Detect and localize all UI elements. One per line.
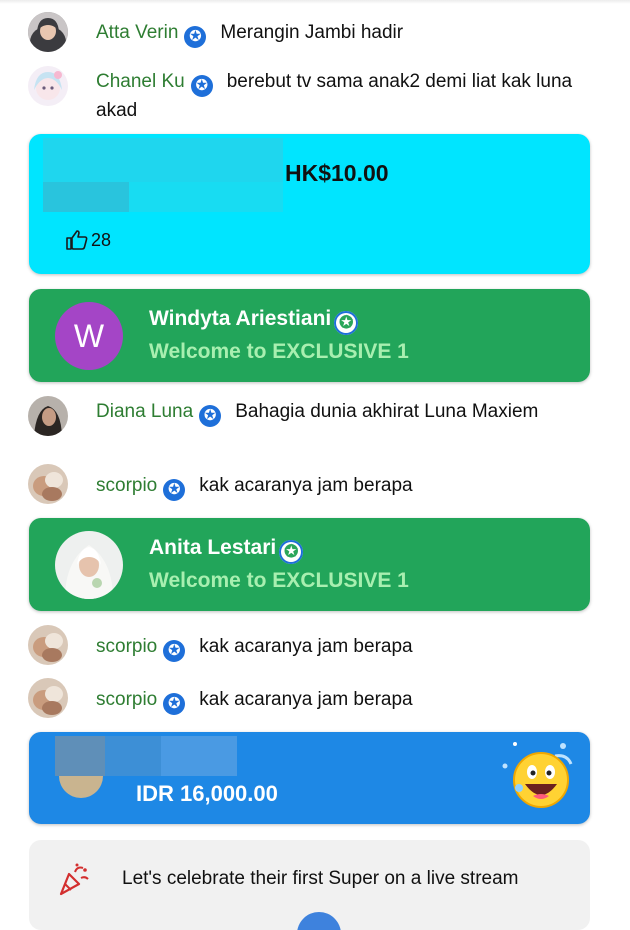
super-chat-amount: HK$10.00: [285, 160, 389, 186]
membership-card[interactable]: W Windyta Ariestiani ✪ Welcome to EXCLUSI…: [29, 289, 590, 382]
avatar[interactable]: [55, 531, 123, 599]
verified-badge-icon: ✪: [199, 405, 222, 427]
author-name[interactable]: Chanel Ku: [96, 71, 185, 92]
blurred-sender-detail: [129, 182, 283, 212]
message-text: kak acaranya jam berapa: [199, 689, 413, 710]
avatar[interactable]: [28, 396, 68, 436]
thumbs-up-icon: [66, 230, 88, 250]
author-name[interactable]: scorpio: [96, 689, 157, 710]
top-divider: [0, 0, 630, 4]
verified-badge-icon: ✪: [184, 26, 207, 48]
verified-badge-icon: ✪: [163, 693, 186, 715]
member-name[interactable]: Windyta Ariestiani: [149, 307, 331, 330]
blurred-sender-detail: [161, 736, 237, 776]
like-count: 28: [91, 229, 112, 250]
chat-message: Diana Luna ✪ Bahagia dunia akhirat Luna Ma…: [0, 396, 630, 454]
author-name[interactable]: Diana Luna: [96, 401, 193, 422]
blurred-sender: [55, 736, 105, 776]
blurred-sender-detail: [105, 736, 161, 776]
avatar[interactable]: [28, 66, 68, 106]
author-name[interactable]: Atta Verin: [96, 22, 178, 43]
verified-badge-icon: ✪: [190, 75, 213, 97]
celebrate-banner: Let's celebrate their first Super on a l…: [29, 840, 590, 930]
avatar[interactable]: [28, 678, 68, 718]
message-text: kak acaranya jam berapa: [199, 636, 413, 657]
avatar[interactable]: W: [55, 302, 123, 370]
blurred-sender: [43, 138, 283, 182]
like-button[interactable]: 28: [59, 226, 117, 254]
celebrate-text: Let's celebrate their first Super on a l…: [122, 868, 519, 889]
chat-message: scorpio ✪ kak acaranya jam berapa: [0, 464, 630, 506]
message-text: kak acaranya jam berapa: [199, 475, 413, 496]
avatar[interactable]: [28, 464, 68, 504]
chat-message: scorpio ✪ kak acaranya jam berapa: [0, 678, 630, 720]
super-sticker-card[interactable]: IDR 16,000.00: [29, 732, 590, 824]
member-name[interactable]: Anita Lestari: [149, 536, 276, 559]
membership-welcome-text: Welcome to EXCLUSIVE 1: [149, 569, 409, 592]
super-sticker-amount: IDR 16,000.00: [136, 781, 278, 806]
verified-badge-icon: ✪: [334, 311, 359, 335]
avatar-initial: W: [73, 317, 105, 354]
party-popper-icon: [59, 863, 89, 896]
laughing-emoji-icon: [502, 742, 573, 808]
message-text: Merangin Jambi hadir: [220, 22, 404, 43]
super-chat-card[interactable]: HK$10.00 28: [29, 134, 590, 274]
verified-badge-icon: ✪: [163, 640, 186, 662]
chat-message: Chanel Ku ✪ berebut tv sama anak2 demi lia…: [0, 64, 630, 124]
sender-avatar-partial: [59, 776, 103, 798]
verified-badge-icon: ✪: [163, 479, 186, 501]
chat-message: Atta Verin ✪ Merangin Jambi hadir: [0, 12, 630, 56]
author-name[interactable]: scorpio: [96, 475, 157, 496]
bottom-partial-element: [297, 912, 341, 930]
message-text: Bahagia dunia akhirat Luna Maxiem: [235, 401, 539, 422]
blurred-sender-detail: [43, 182, 129, 212]
membership-card[interactable]: Anita Lestari ✪ Welcome to EXCLUSIVE 1: [29, 518, 590, 611]
chat-message: scorpio ✪ kak acaranya jam berapa: [0, 625, 630, 667]
author-name[interactable]: scorpio: [96, 636, 157, 657]
avatar[interactable]: [28, 12, 68, 52]
avatar[interactable]: [28, 625, 68, 665]
membership-welcome-text: Welcome to EXCLUSIVE 1: [149, 340, 409, 363]
verified-badge-icon: ✪: [279, 540, 304, 564]
